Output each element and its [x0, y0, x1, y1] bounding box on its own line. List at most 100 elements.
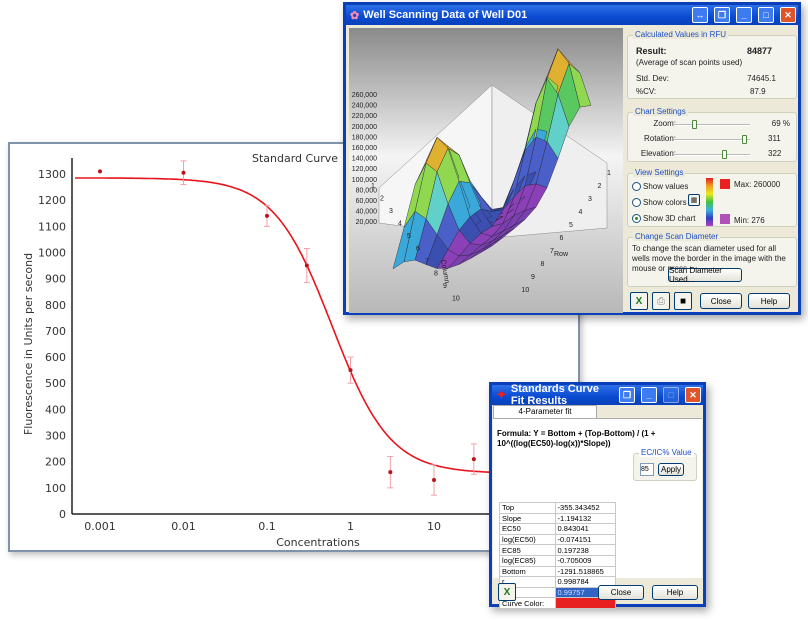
z-tick-label: 140,000 [352, 156, 377, 163]
std-dev-label: Std. Dev: [636, 74, 669, 83]
ec-value-input[interactable] [640, 463, 654, 476]
y-tick-label: 0 [59, 508, 66, 521]
radio-icon[interactable] [632, 198, 641, 208]
row-tick-label: 10 [522, 287, 530, 294]
restore-button[interactable]: ❐ [619, 387, 635, 403]
maximize-button[interactable]: □ [758, 7, 774, 23]
z-tick-label: 160,000 [352, 145, 377, 152]
save-icon[interactable]: ■ [674, 292, 692, 310]
table-row[interactable]: log(EC85) -0.705009 [499, 554, 617, 567]
result-note: (Average of scan points used) [636, 58, 743, 67]
x-tick-label: 0.1 [258, 520, 276, 533]
scan-diameter-button[interactable]: Scan Diameter Used... [668, 266, 742, 284]
data-point [388, 470, 393, 475]
result-label: Result: [636, 46, 667, 56]
tab-4-parameter-fit[interactable]: 4-Parameter fit [493, 405, 597, 418]
slider-thumb[interactable] [722, 150, 727, 159]
excel-export-icon[interactable]: X [498, 583, 516, 601]
radio-icon[interactable] [632, 182, 641, 192]
formula-text: Formula: Y = Bottom + (Top-Bottom) / (1 … [497, 429, 656, 448]
table-row[interactable]: Bottom -1291.518865 [499, 565, 617, 578]
table-row[interactable]: Top -355.343452 [499, 502, 617, 514]
row-tick-label: 6 [560, 235, 564, 242]
param-value: -1.194132 [554, 512, 617, 525]
slider-thumb[interactable] [742, 135, 747, 144]
result-value: 84877 [746, 46, 772, 56]
column-tick-label: 7 [425, 258, 429, 265]
z-tick-label: 60,000 [356, 198, 378, 205]
param-value: -0.074151 [554, 533, 617, 546]
elevation-slider[interactable] [674, 150, 750, 159]
app-icon: ✿ [350, 9, 360, 22]
column-tick-label: 10 [452, 296, 460, 303]
param-name: log(EC50) [499, 533, 556, 546]
max-color-swatch [720, 179, 730, 189]
app-icon: ✦ [496, 387, 507, 402]
scan-diameter-group: Change Scan Diameter To change the scan … [627, 232, 797, 287]
restore-button[interactable]: ❐ [714, 7, 730, 23]
column-tick-label: 3 [389, 208, 393, 215]
color-palette-button[interactable]: ▦ [688, 194, 700, 206]
view-settings-group: View Settings Show values Show colors ▦ … [627, 168, 797, 227]
close-button[interactable]: Close [598, 585, 644, 600]
slider-thumb[interactable] [692, 120, 697, 129]
group-label: EC/IC% Value [639, 448, 694, 457]
table-row[interactable]: Slope -1.194132 [499, 512, 617, 525]
cv-label: %CV: [636, 87, 657, 96]
option-label: Show values [643, 182, 689, 191]
row-tick-label: 2 [598, 183, 602, 190]
min-color-swatch [720, 214, 730, 224]
table-row[interactable]: log(EC50) -0.074151 [499, 533, 617, 546]
table-row[interactable]: EC50 0.843041 [499, 523, 617, 535]
y-tick-label: 900 [45, 273, 66, 286]
param-name: Slope [499, 512, 556, 525]
window-title: Standards Curve Fit Results [510, 383, 599, 407]
y-tick-label: 300 [45, 430, 66, 443]
table-row[interactable]: EC85 0.197238 [499, 544, 617, 556]
z-tick-label: 180,000 [352, 134, 377, 141]
pin-button[interactable]: ↔ [692, 7, 708, 23]
param-value: 0.843041 [554, 523, 617, 535]
group-label: Change Scan Diameter [633, 232, 721, 241]
radio-show-values[interactable]: Show values [632, 182, 689, 192]
elevation-label: Elevation: [640, 149, 676, 158]
apply-button[interactable]: Apply [658, 463, 684, 476]
maximize-button[interactable]: □ [663, 387, 679, 403]
close-icon[interactable]: ✕ [780, 7, 796, 23]
elevation-value: 322 [768, 149, 782, 158]
z-tick-label: 240,000 [352, 103, 377, 110]
y-tick-label: 200 [45, 456, 66, 469]
3d-surface-plot[interactable]: 260,000240,000220,000200,000180,000160,0… [349, 28, 623, 313]
z-tick-label: 260,000 [352, 92, 377, 99]
y-tick-label: 500 [45, 377, 66, 390]
close-button[interactable]: Close [700, 293, 742, 309]
x-axis-label: Concentrations [276, 536, 360, 549]
data-point [304, 263, 309, 268]
table-row[interactable]: Curve Color: [499, 597, 617, 609]
column-tick-label: 8 [434, 271, 438, 278]
zoom-value: 69 % [771, 119, 790, 128]
x-tick-label: 0.01 [171, 520, 196, 533]
help-button[interactable]: Help [652, 585, 698, 600]
y-tick-label: 1100 [38, 220, 66, 233]
zoom-slider[interactable] [674, 120, 750, 129]
radio-show-3d-chart[interactable]: Show 3D chart [632, 214, 696, 224]
minimize-button[interactable]: _ [736, 7, 752, 23]
x-tick-label: 10 [427, 520, 441, 533]
param-value: 0.197238 [554, 544, 617, 556]
minimize-button[interactable]: _ [641, 387, 657, 403]
column-tick-label: 9 [443, 283, 447, 290]
z-tick-label: 20,000 [356, 219, 378, 226]
radio-icon[interactable] [632, 214, 641, 224]
row-tick-label: 3 [588, 196, 592, 203]
well-scanning-window: ✿ Well Scanning Data of Well D01 ↔ ❐ _ □… [343, 2, 801, 315]
data-point [471, 457, 476, 462]
option-label: Show 3D chart [643, 214, 696, 223]
color-scale-bar [706, 178, 713, 226]
print-icon[interactable]: ⎙ [652, 292, 670, 310]
help-button[interactable]: Help [748, 293, 790, 309]
rotation-slider[interactable] [674, 135, 750, 144]
close-icon[interactable]: ✕ [685, 387, 701, 403]
excel-export-icon[interactable]: X [630, 292, 648, 310]
radio-show-colors[interactable]: Show colors [632, 198, 687, 208]
